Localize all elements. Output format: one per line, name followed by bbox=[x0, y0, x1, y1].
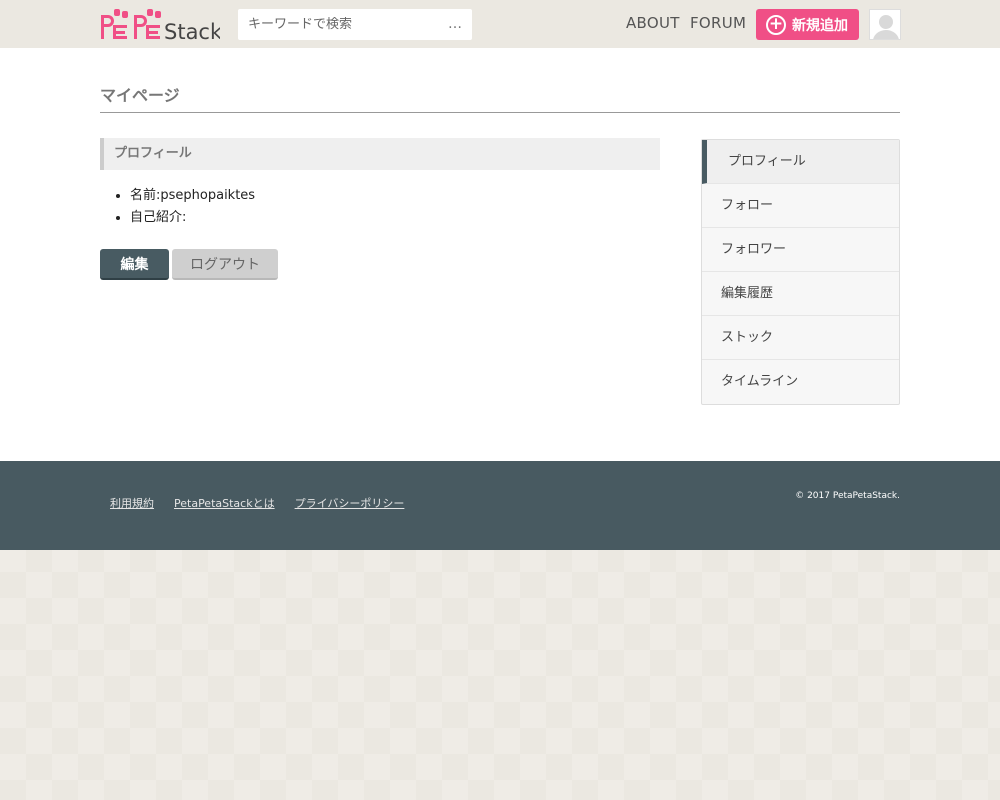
logout-button[interactable]: ログアウト bbox=[172, 249, 278, 280]
side-menu-item-timeline[interactable]: タイムライン bbox=[702, 360, 899, 404]
edit-button[interactable]: 編集 bbox=[100, 249, 169, 280]
footer-links: 利用規約 PetaPetaStackとは プライバシーポリシー bbox=[110, 495, 404, 511]
search-more-icon[interactable]: … bbox=[448, 16, 463, 32]
logo-text: Stack bbox=[164, 20, 220, 41]
side-menu-item-followers[interactable]: フォロワー bbox=[702, 228, 899, 272]
footer-link-about[interactable]: PetaPetaStackとは bbox=[174, 495, 275, 511]
nav-forum-link[interactable]: FORUM bbox=[690, 14, 746, 32]
side-menu-item-stock[interactable]: ストック bbox=[702, 316, 899, 360]
search-input[interactable] bbox=[248, 17, 428, 32]
logo-mark: Stack bbox=[101, 9, 220, 41]
profile-section-heading: プロフィール bbox=[100, 138, 660, 170]
profile-intro: 自己紹介: bbox=[130, 209, 255, 231]
profile-details: 名前:psephopaiktes 自己紹介: bbox=[130, 187, 255, 231]
side-menu-item-follow[interactable]: フォロー bbox=[702, 184, 899, 228]
copyright-text: © 2017 PetaPetaStack. bbox=[795, 491, 900, 501]
user-avatar[interactable] bbox=[869, 9, 901, 40]
profile-name: 名前:psephopaiktes bbox=[130, 187, 255, 209]
footer-link-privacy[interactable]: プライバシーポリシー bbox=[295, 495, 405, 511]
side-menu-item-edit-history[interactable]: 編集履歴 bbox=[702, 272, 899, 316]
side-menu-item-profile[interactable]: プロフィール bbox=[702, 140, 899, 184]
site-footer: 利用規約 PetaPetaStackとは プライバシーポリシー © 2017 P… bbox=[0, 461, 1000, 550]
page-title: マイページ bbox=[100, 82, 900, 113]
nav-about-link[interactable]: ABOUT bbox=[626, 14, 680, 32]
add-new-button[interactable]: + 新規追加 bbox=[756, 9, 859, 40]
footer-link-terms[interactable]: 利用規約 bbox=[110, 495, 154, 511]
main-content: マイページ プロフィール 名前:psephopaiktes 自己紹介: 編集 ロ… bbox=[0, 48, 1000, 461]
add-new-label: 新規追加 bbox=[792, 17, 848, 34]
plus-circle-icon: + bbox=[766, 14, 786, 35]
user-silhouette-icon bbox=[870, 10, 900, 39]
site-header: Stack … ABOUT FORUM + 新規追加 bbox=[0, 0, 1000, 48]
site-logo[interactable]: Stack bbox=[100, 7, 220, 41]
search-box[interactable]: … bbox=[238, 9, 472, 40]
mypage-side-menu: プロフィール フォロー フォロワー 編集履歴 ストック タイムライン bbox=[701, 139, 900, 405]
